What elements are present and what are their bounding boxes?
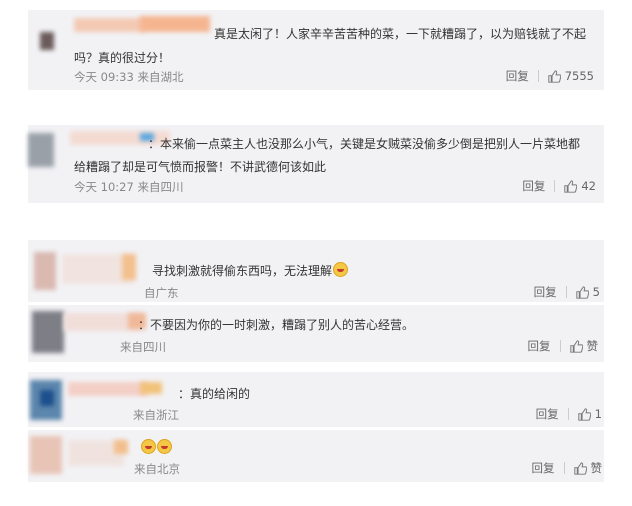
comment-text-cont: 吗？真的很过分！ [74,51,171,65]
divider [537,70,539,82]
comment-meta: 自广东 [144,286,179,300]
comment-actions: 回复 42 [522,178,596,194]
avatar[interactable] [34,252,56,290]
thumbs-up-icon[interactable] [548,69,561,83]
comment-card: 来自北京 回复 赞 [28,430,604,482]
like-count[interactable]: 1 [595,407,602,421]
divider [554,180,556,192]
comment-text-cont: 给糟蹋了却是可气愤而报警！不讲武德何该如此 [74,160,327,174]
comment-text: 真是太闲了！人家辛辛苦苦种的菜，一下就糟蹋了，以为赔钱就了不起 [214,27,587,41]
comment-card: 真是太闲了！人家辛辛苦苦种的菜，一下就糟蹋了，以为赔钱就了不起 吗？真的很过分！… [28,10,604,90]
comment-card: ：本来偷一点菜主人也没那么小气，关键是女贼菜没偷多少倒是把别人一片菜地都 给糟蹋… [28,125,604,203]
comment-card: ：不要因为你的一时刺激，糟蹋了别人的苦心经营。 来自四川 回复 赞 [28,305,604,362]
avatar[interactable] [30,436,62,474]
laughing-emoji-icon [333,262,349,277]
like-count[interactable]: 42 [581,179,596,193]
comment-actions: 回复 7555 [506,68,594,84]
thumbs-up-icon[interactable] [569,339,583,353]
comment-meta: 来自浙江 [133,408,179,422]
reply-button[interactable]: 回复 [536,406,559,422]
reply-button[interactable]: 回复 [506,68,529,84]
comment-actions: 回复 赞 [532,460,603,476]
comment-text-body: 寻找刺激就得偷东西吗，无法理解 [152,264,333,278]
comment-text: ：真的给闲的 [178,387,251,401]
username-blurred[interactable] [68,382,148,396]
like-count[interactable]: 7555 [565,69,594,83]
divider [567,408,569,420]
smiley-emoji-icon [141,439,156,454]
comment-text: ：本来偷一点菜主人也没那么小气，关键是女贼菜没偷多少倒是把别人一片菜地都 [148,137,581,151]
comment-meta: 来自北京 [134,462,180,476]
comment-meta: 今天 10:27 来自四川 [74,180,184,194]
comment-actions: 回复 1 [536,406,602,422]
like-count[interactable]: 赞 [587,338,599,354]
comment-card: ：真的给闲的 来自浙江 回复 1 [28,372,604,427]
like-count[interactable]: 赞 [591,460,603,476]
comment-actions: 回复 5 [534,284,600,300]
comment-card: 寻找刺激就得偷东西吗，无法理解 自广东 回复 5 [28,240,604,302]
reply-button[interactable]: 回复 [534,284,557,300]
comment-text: 寻找刺激就得偷东西吗，无法理解 [152,262,349,279]
avatar[interactable] [28,133,54,167]
username-blurred-part [140,16,210,32]
divider [565,286,567,298]
avatar[interactable] [32,311,64,353]
comment-meta: 来自四川 [120,340,166,354]
smiley-emoji-icon [157,439,172,454]
avatar[interactable] [40,32,54,50]
thumbs-up-icon[interactable] [575,285,589,299]
username-blurred-part [122,254,136,280]
divider [563,462,565,474]
reply-button[interactable]: 回复 [532,460,555,476]
comment-meta: 今天 09:33 来自湖北 [74,70,184,84]
username-blurred[interactable] [74,18,144,32]
divider [559,340,561,352]
thumbs-up-icon[interactable] [564,179,578,193]
like-count[interactable]: 5 [593,285,600,299]
username-blurred-part [140,382,162,394]
thumbs-up-icon[interactable] [573,461,587,475]
reply-button[interactable]: 回复 [522,178,545,194]
emoji-reaction [140,437,172,456]
reply-button[interactable]: 回复 [528,338,551,354]
thumbs-up-icon[interactable] [577,407,591,421]
comment-actions: 回复 赞 [528,338,599,354]
comment-text: ：不要因为你的一时刺激，糟蹋了别人的苦心经营。 [138,318,415,332]
avatar-overlay [40,390,54,406]
username-blurred-part [114,440,128,454]
